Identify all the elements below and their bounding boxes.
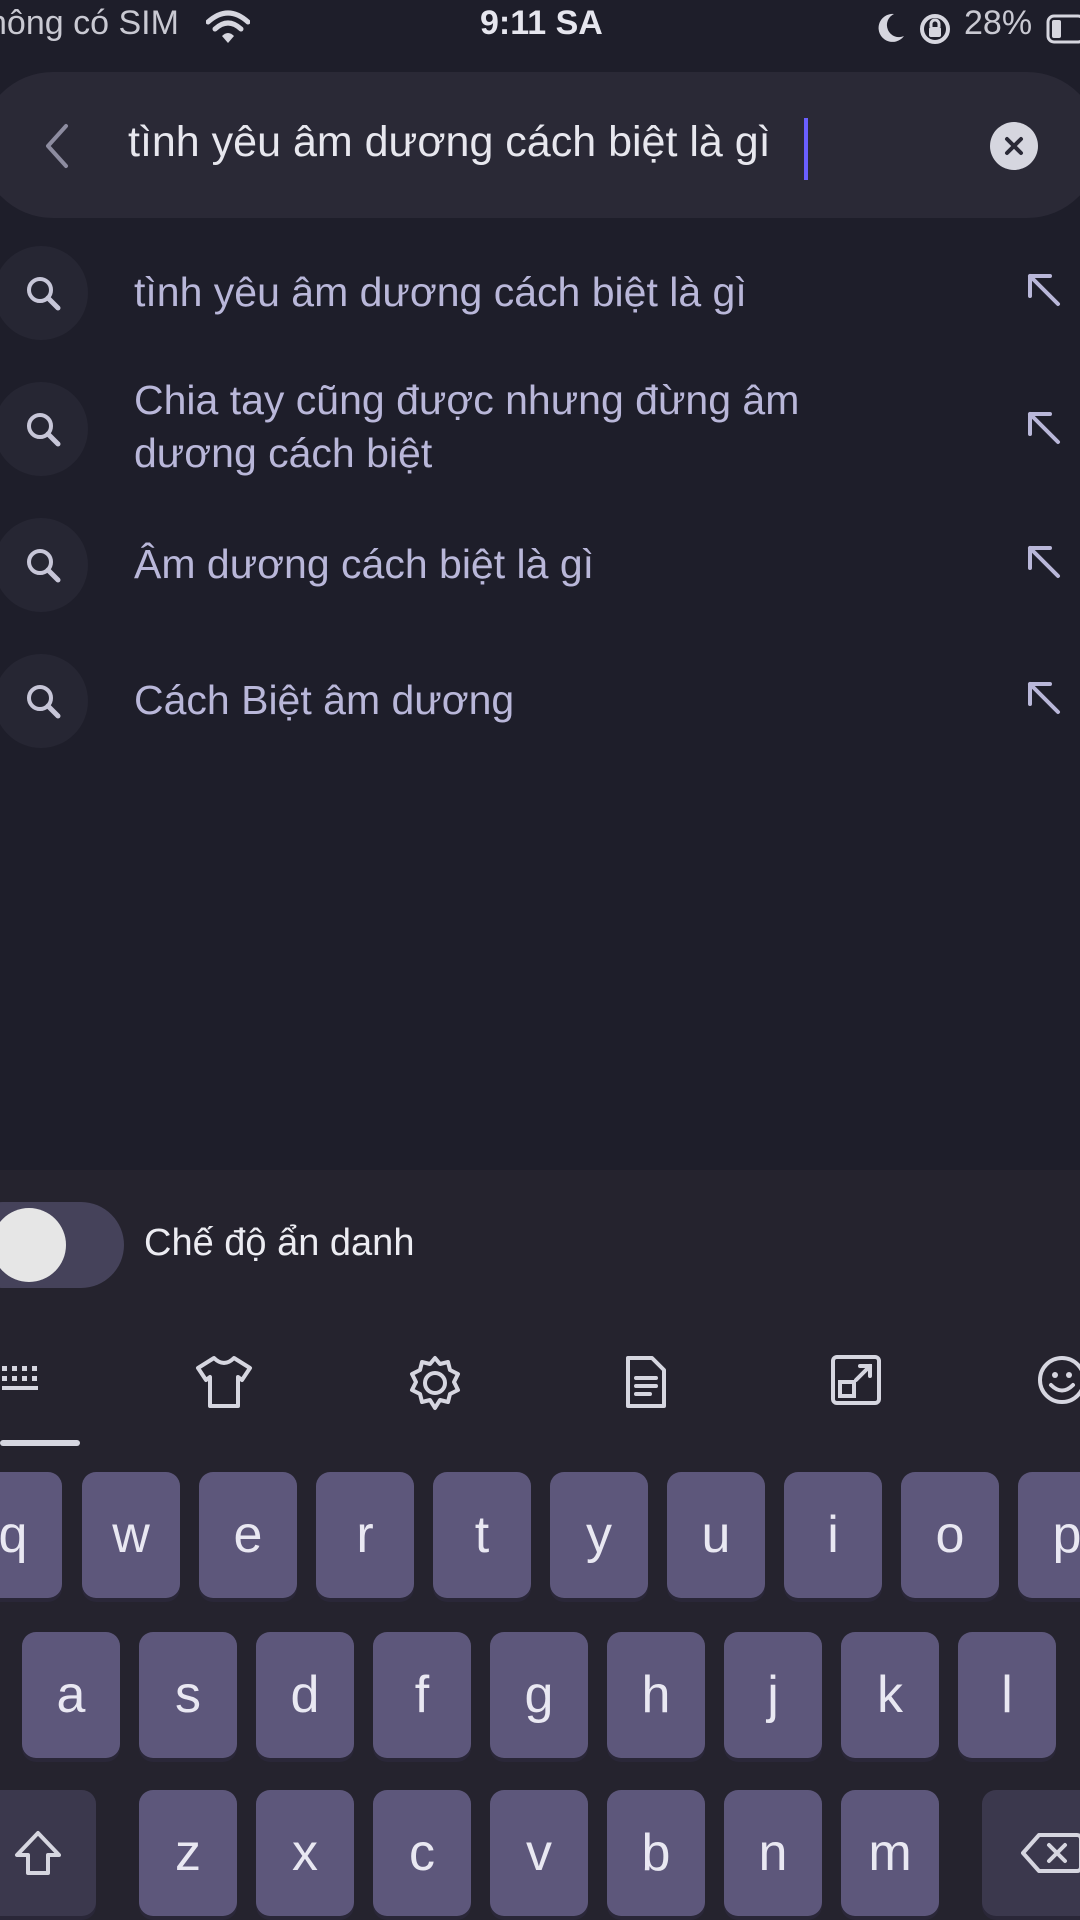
- key-e[interactable]: e: [199, 1472, 297, 1598]
- suggestion-text: tình yêu âm dương cách biệt là gì: [134, 269, 747, 315]
- battery-icon: [1046, 12, 1080, 51]
- key-p[interactable]: p: [1018, 1472, 1080, 1598]
- fill-query-arrow-icon[interactable]: [1024, 542, 1064, 587]
- key-f[interactable]: f: [373, 1632, 471, 1758]
- emoji-icon[interactable]: [1036, 1354, 1080, 1411]
- battery-percent: 28%: [964, 4, 1033, 42]
- keyboard-icon[interactable]: [0, 1354, 48, 1407]
- gear-icon[interactable]: [406, 1354, 464, 1417]
- text-caret: [804, 118, 808, 180]
- wifi-icon: [205, 10, 251, 51]
- key-v[interactable]: v: [490, 1790, 588, 1916]
- clock: 9:11 SA: [480, 4, 603, 42]
- key-a[interactable]: a: [22, 1632, 120, 1758]
- key-x[interactable]: x: [256, 1790, 354, 1916]
- carrier-label: hông có SIM: [0, 4, 179, 42]
- key-b[interactable]: b: [607, 1790, 705, 1916]
- clear-button[interactable]: [990, 122, 1038, 170]
- back-icon[interactable]: [40, 122, 74, 175]
- fill-query-arrow-icon[interactable]: [1024, 270, 1064, 315]
- suggestion-item[interactable]: tình yêu âm dương cách biệt là gì: [0, 246, 1080, 346]
- key-h[interactable]: h: [607, 1632, 705, 1758]
- shift-icon: [15, 1831, 61, 1875]
- key-m[interactable]: m: [841, 1790, 939, 1916]
- key-u[interactable]: u: [667, 1472, 765, 1598]
- key-l[interactable]: l: [958, 1632, 1056, 1758]
- key-n[interactable]: n: [724, 1790, 822, 1916]
- shift-key[interactable]: [0, 1790, 96, 1916]
- key-j[interactable]: j: [724, 1632, 822, 1758]
- key-y[interactable]: y: [550, 1472, 648, 1598]
- close-icon: [1005, 137, 1023, 155]
- moon-icon: [876, 12, 906, 49]
- suggestion-item[interactable]: Âm dương cách biệt là gì: [0, 518, 1080, 618]
- search-icon: [0, 246, 88, 340]
- suggestion-item[interactable]: Cách Biệt âm dương: [0, 654, 1080, 754]
- resize-icon[interactable]: [830, 1354, 882, 1411]
- fill-query-arrow-icon[interactable]: [1024, 408, 1064, 453]
- toolbar-active-indicator: [0, 1440, 80, 1446]
- search-input[interactable]: tình yêu âm dương cách biệt là gì: [128, 118, 771, 167]
- key-s[interactable]: s: [139, 1632, 237, 1758]
- document-icon[interactable]: [624, 1354, 668, 1415]
- status-bar: hông có SIM 9:11 SA 28%: [0, 0, 1080, 60]
- key-r[interactable]: r: [316, 1472, 414, 1598]
- key-o[interactable]: o: [901, 1472, 999, 1598]
- rotation-lock-icon: [918, 12, 952, 51]
- incognito-toggle[interactable]: [0, 1202, 124, 1288]
- key-t[interactable]: t: [433, 1472, 531, 1598]
- backspace-icon: [1021, 1833, 1080, 1873]
- toggle-knob: [0, 1208, 66, 1282]
- suggestion-text: Chia tay cũng được nhưng đừng âm dương c…: [134, 377, 800, 476]
- tshirt-icon[interactable]: [194, 1354, 254, 1415]
- screen: hông có SIM 9:11 SA 28% tình yêu âm dươn…: [0, 0, 1080, 1920]
- backspace-key[interactable]: [982, 1790, 1080, 1916]
- key-k[interactable]: k: [841, 1632, 939, 1758]
- suggestion-item[interactable]: Chia tay cũng được nhưng đừng âm dương c…: [0, 377, 1080, 512]
- fill-query-arrow-icon[interactable]: [1024, 678, 1064, 723]
- key-g[interactable]: g: [490, 1632, 588, 1758]
- key-d[interactable]: d: [256, 1632, 354, 1758]
- key-c[interactable]: c: [373, 1790, 471, 1916]
- key-z[interactable]: z: [139, 1790, 237, 1916]
- search-icon: [0, 382, 88, 476]
- search-icon: [0, 518, 88, 612]
- suggestion-text: Cách Biệt âm dương: [134, 677, 515, 723]
- key-i[interactable]: i: [784, 1472, 882, 1598]
- search-icon: [0, 654, 88, 748]
- key-w[interactable]: w: [82, 1472, 180, 1598]
- incognito-label: Chế độ ẩn danh: [144, 1222, 415, 1264]
- key-q[interactable]: q: [0, 1472, 62, 1598]
- suggestion-text: Âm dương cách biệt là gì: [134, 541, 595, 587]
